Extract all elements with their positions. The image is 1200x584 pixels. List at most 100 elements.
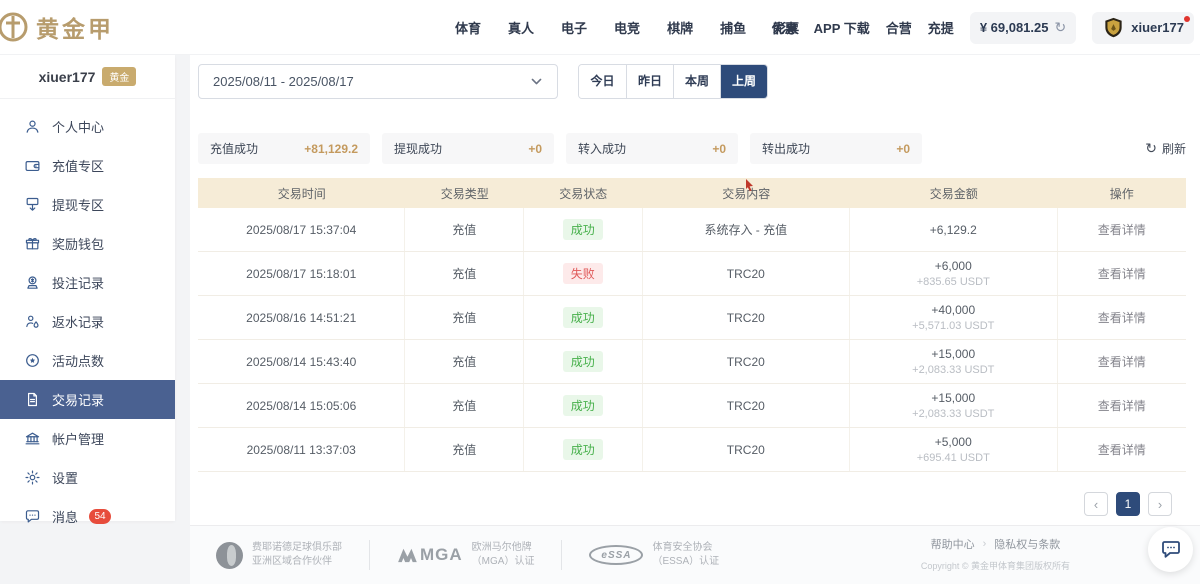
view-details-link[interactable]: 查看详情: [1098, 309, 1146, 326]
view-details-link[interactable]: 查看详情: [1098, 221, 1146, 238]
user-menu[interactable]: xiuer177: [1092, 12, 1194, 44]
cell-content: TRC20: [643, 252, 850, 295]
sidebar-item-account-management[interactable]: 帐户管理: [0, 419, 175, 458]
username-label: xiuer177: [1131, 20, 1184, 35]
cell-time: 2025/08/14 15:05:06: [198, 384, 405, 427]
document-icon: [24, 391, 41, 408]
sidebar-item-deposit[interactable]: 充值专区: [0, 146, 175, 185]
cell-type: 充值: [405, 428, 524, 471]
sidebar-item-label: 交易记录: [52, 390, 104, 409]
view-details-link[interactable]: 查看详情: [1098, 441, 1146, 458]
top-bar: 黄金甲 体育 真人 电子 电竞 棋牌 捕鱼 彩票 优惠 APP 下载 合营 充提…: [0, 0, 1200, 55]
page-1-button[interactable]: 1: [1116, 492, 1140, 516]
amount-usdt-value: +5,571.03 USDT: [912, 320, 994, 332]
partner-essa: eSSA 体育安全协会 （ESSA）认证: [589, 541, 719, 570]
status-badge: 失败: [563, 263, 603, 284]
main-content: 2025/08/11 - 2025/08/17 今日 昨日 本周 上周 充值成功…: [190, 55, 1200, 525]
status-badge: 成功: [563, 351, 603, 372]
cell-status: 成功: [524, 208, 643, 251]
sidebar-username: xiuer177: [39, 69, 96, 85]
cell-action: 查看详情: [1058, 252, 1186, 295]
chat-icon: [24, 508, 41, 525]
cell-amount: +6,000+835.65 USDT: [850, 252, 1057, 295]
table-row: 2025/08/11 13:37:03 充值 成功 TRC20 +5,000+6…: [198, 428, 1186, 472]
sidebar-item-bet-records[interactable]: 投注记录: [0, 263, 175, 302]
bet-record-icon: [24, 274, 41, 291]
sidebar-item-reward-wallet[interactable]: 奖励钱包: [0, 224, 175, 263]
brand-emblem-icon: [0, 8, 32, 46]
sidebar-item-label: 消息: [52, 507, 78, 526]
gift-icon: [24, 235, 41, 252]
refresh-button[interactable]: ↻ 刷新: [1145, 140, 1186, 157]
cell-content: 系统存入 - 充值: [643, 208, 850, 251]
cell-status: 失败: [524, 252, 643, 295]
refresh-label: 刷新: [1162, 140, 1186, 157]
notification-dot: [1184, 16, 1190, 22]
link-affiliate[interactable]: 合营: [886, 18, 912, 37]
logo-text: 黄金甲: [36, 10, 114, 44]
chat-bubble-icon: [1159, 538, 1183, 562]
sidebar-item-withdraw[interactable]: 提现专区: [0, 185, 175, 224]
partner-line1: 费耶诺德足球俱乐部: [252, 541, 342, 556]
tab-today[interactable]: 今日: [579, 65, 626, 98]
partner-feyenoord: 费耶诺德足球俱乐部 亚洲区域合作伙伴: [216, 541, 342, 570]
balance-refresh-icon[interactable]: ↻: [1055, 19, 1067, 36]
table-header-row: 交易时间 交易类型 交易状态 交易内容 交易金额 操作: [198, 178, 1186, 208]
link-deposit-withdraw[interactable]: 充提: [928, 18, 954, 37]
view-details-link[interactable]: 查看详情: [1098, 397, 1146, 414]
stat-transfer-out-success: 转出成功 +0: [750, 133, 922, 164]
view-details-link[interactable]: 查看详情: [1098, 265, 1146, 282]
sidebar-item-rebate-records[interactable]: 返水记录: [0, 302, 175, 341]
sidebar-item-transaction-records[interactable]: 交易记录: [0, 380, 175, 419]
table-row: 2025/08/17 15:18:01 充值 失败 TRC20 +6,000+8…: [198, 252, 1186, 296]
live-chat-button[interactable]: [1148, 527, 1193, 572]
prev-page-button[interactable]: ‹: [1084, 492, 1108, 516]
cell-time: 2025/08/11 13:37:03: [198, 428, 405, 471]
sidebar-item-settings[interactable]: 设置: [0, 458, 175, 497]
stat-label: 提现成功: [394, 140, 442, 157]
view-details-link[interactable]: 查看详情: [1098, 353, 1146, 370]
tab-yesterday[interactable]: 昨日: [626, 65, 673, 98]
nav-item-fishing[interactable]: 捕鱼: [720, 18, 746, 37]
tab-this-week[interactable]: 本周: [673, 65, 720, 98]
sidebar-item-messages[interactable]: 消息 54: [0, 497, 175, 536]
nav-item-esports[interactable]: 电竞: [614, 18, 640, 37]
col-header-type: 交易类型: [405, 181, 524, 206]
date-range-select[interactable]: 2025/08/11 - 2025/08/17: [198, 64, 558, 99]
stat-label: 转入成功: [578, 140, 626, 157]
cell-time: 2025/08/17 15:18:01: [198, 252, 405, 295]
cell-action: 查看详情: [1058, 296, 1186, 339]
partner-line2: （MGA）认证: [472, 555, 535, 570]
privacy-terms-link[interactable]: 隐私权与条款: [994, 536, 1060, 552]
help-center-link[interactable]: 帮助中心: [931, 536, 975, 552]
sidebar-item-label: 奖励钱包: [52, 234, 104, 253]
nav-item-cards[interactable]: 棋牌: [667, 18, 693, 37]
sidebar-item-activity-points[interactable]: 活动点数: [0, 341, 175, 380]
sidebar: xiuer177 黄金 个人中心 充值专区 提现专区 奖励钱包 投注记录: [0, 55, 175, 521]
link-app-download[interactable]: APP 下载: [814, 18, 870, 37]
table-row: 2025/08/14 15:43:40 充值 成功 TRC20 +15,000+…: [198, 340, 1186, 384]
footer-links-block: 帮助中心 › 隐私权与条款 Copyright © 黄金甲体育集团版权所有: [921, 536, 1070, 572]
nav-item-slots[interactable]: 电子: [561, 18, 587, 37]
amount-value: +15,000: [931, 391, 975, 405]
sidebar-item-profile[interactable]: 个人中心: [0, 107, 175, 146]
site-logo[interactable]: 黄金甲: [0, 8, 114, 46]
status-badge: 成功: [563, 439, 603, 460]
col-header-status: 交易状态: [524, 181, 643, 206]
sidebar-menu: 个人中心 充值专区 提现专区 奖励钱包 投注记录 返水记录: [0, 99, 175, 536]
next-page-button[interactable]: ›: [1148, 492, 1172, 516]
nav-item-sports[interactable]: 体育: [455, 18, 481, 37]
partner-mga: MGA 欧洲马尔他牌 （MGA）认证: [397, 541, 534, 570]
cell-status: 成功: [524, 384, 643, 427]
nav-item-live[interactable]: 真人: [508, 18, 534, 37]
cell-action: 查看详情: [1058, 384, 1186, 427]
balance-pill[interactable]: ¥ 69,081.25 ↻: [970, 12, 1076, 44]
sidebar-user-row: xiuer177 黄金: [0, 55, 175, 99]
link-promotions[interactable]: 优惠: [772, 18, 798, 37]
cell-content: TRC20: [643, 428, 850, 471]
col-header-amount: 交易金额: [850, 181, 1057, 206]
star-circle-icon: [24, 352, 41, 369]
cell-content: TRC20: [643, 296, 850, 339]
cell-amount: +15,000+2,083.33 USDT: [850, 340, 1057, 383]
tab-last-week[interactable]: 上周: [720, 65, 767, 98]
